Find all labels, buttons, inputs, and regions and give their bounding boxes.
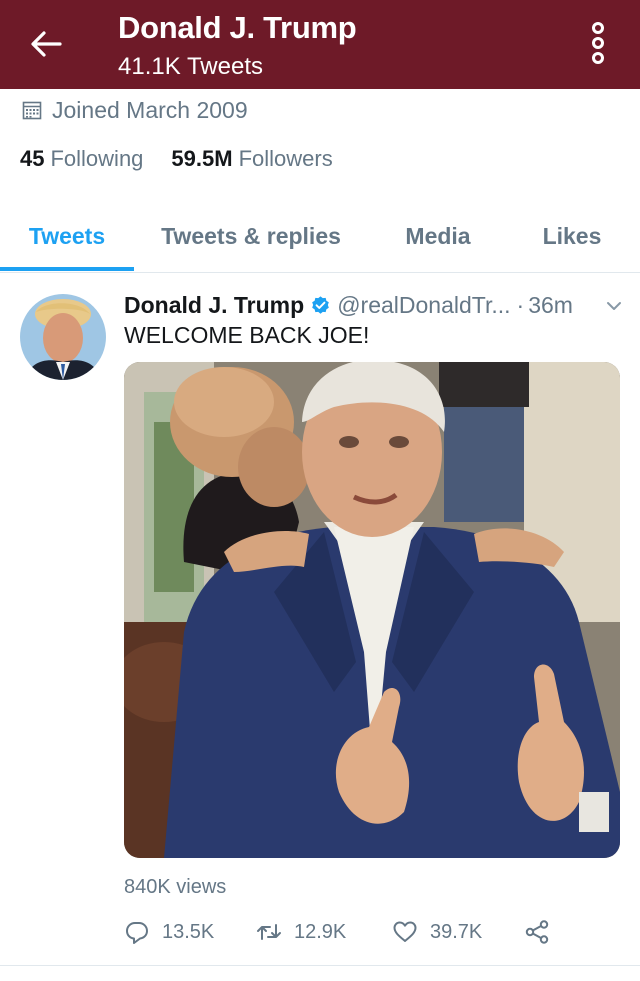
tweet-header: Donald J. Trump @realDonaldTr... · 36m	[124, 290, 624, 320]
tweet-media[interactable]	[124, 362, 620, 858]
joined-text: Joined March 2009	[52, 96, 248, 123]
profile-tabs: Tweets Tweets & replies Media Likes	[0, 208, 640, 273]
profile-header: Donald J. Trump 41.1K Tweets	[0, 0, 640, 89]
like-button[interactable]: 39.7K	[392, 919, 482, 945]
tweet[interactable]: Donald J. Trump @realDonaldTr... · 36m W…	[0, 274, 640, 966]
share-icon	[525, 920, 549, 944]
retweet-icon	[257, 924, 281, 940]
tweet-actions: 13.5K 12.9K 39.7K	[124, 919, 624, 949]
follow-stats: 45 Following 59.5M Followers	[20, 146, 333, 172]
heart-icon	[393, 921, 417, 942]
following-label: Following	[50, 146, 144, 171]
followers-link[interactable]: 59.5M Followers	[171, 146, 332, 172]
chevron-down-icon[interactable]	[604, 296, 624, 316]
following-link[interactable]: 45 Following	[20, 146, 143, 172]
like-count: 39.7K	[430, 920, 483, 943]
more-vertical-icon	[583, 22, 613, 64]
tweet-count: 41.1K Tweets	[118, 53, 263, 80]
followers-count: 59.5M	[171, 146, 233, 171]
verified-badge-icon	[312, 295, 329, 314]
avatar[interactable]	[20, 294, 106, 380]
tab-tweets[interactable]: Tweets	[0, 208, 134, 272]
video-thumbnail	[124, 362, 620, 858]
retweet-button[interactable]: 12.9K	[256, 919, 346, 945]
reply-button[interactable]: 13.5K	[124, 919, 214, 945]
tab-tweets-replies[interactable]: Tweets & replies	[146, 208, 356, 272]
tweet-handle[interactable]: @realDonaldTr...	[337, 292, 510, 319]
tab-media[interactable]: Media	[382, 208, 494, 272]
header-title: Donald J. Trump	[118, 10, 357, 45]
tab-likes[interactable]: Likes	[522, 208, 622, 272]
arrow-left-icon	[31, 31, 62, 57]
view-count: 840K views	[124, 876, 227, 898]
back-button[interactable]	[26, 26, 66, 62]
tweet-author-name[interactable]: Donald J. Trump	[124, 292, 304, 319]
following-count: 45	[20, 146, 45, 171]
tweet-timestamp: 36m	[528, 291, 573, 318]
active-tab-indicator	[0, 267, 134, 271]
avatar-image	[20, 294, 106, 380]
calendar-icon	[22, 101, 42, 120]
separator-dot: ·	[516, 291, 525, 318]
more-options-button[interactable]	[583, 20, 613, 70]
reply-icon	[126, 922, 148, 944]
share-button[interactable]	[524, 919, 562, 945]
joined-date: Joined March 2009	[22, 95, 248, 125]
reply-count: 13.5K	[162, 920, 215, 943]
retweet-count: 12.9K	[294, 920, 347, 943]
tweet-text: WELCOME BACK JOE!	[124, 322, 370, 348]
followers-label: Followers	[238, 146, 333, 171]
